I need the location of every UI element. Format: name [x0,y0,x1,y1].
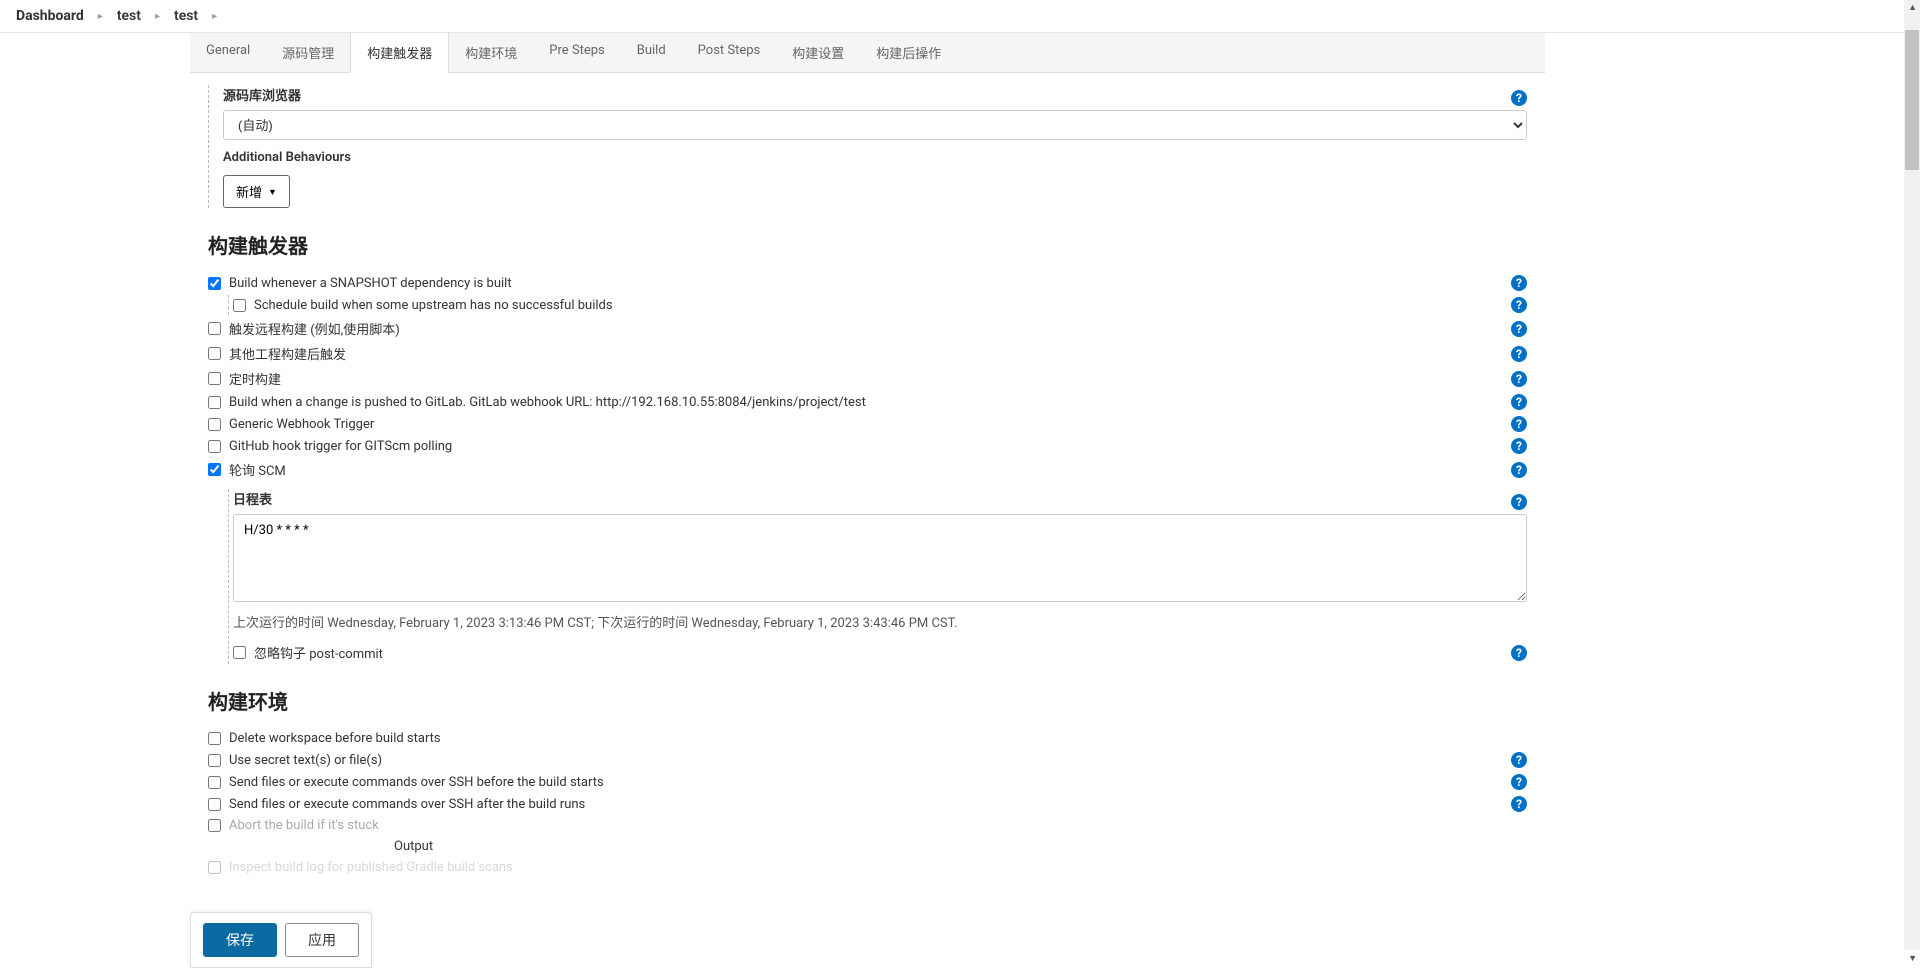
trigger-snapshot-checkbox[interactable] [208,277,221,290]
tab-pre-steps[interactable]: Pre Steps [533,33,620,72]
env-section-title: 构建环境 [208,686,1527,715]
tab-post-build[interactable]: 构建后操作 [860,33,957,72]
trigger-poll-scm-checkbox[interactable] [208,463,221,476]
tab-general[interactable]: General [190,33,266,72]
env-ssh-after-label[interactable]: Send files or execute commands over SSH … [229,797,585,812]
ignore-post-commit-checkbox[interactable] [233,646,246,659]
schedule-label: 日程表 [233,489,272,508]
page-wrapper: General 源码管理 构建触发器 构建环境 Pre Steps Build … [190,33,1545,959]
env-abort-stuck-checkbox[interactable] [208,819,221,832]
trigger-timed-checkbox[interactable] [208,372,221,385]
scm-browser-select[interactable]: (自动) [223,110,1527,140]
additional-behaviours-label: Additional Behaviours [223,150,1527,165]
trigger-gitlab-label[interactable]: Build when a change is pushed to GitLab.… [229,395,866,410]
schedule-hint: 上次运行的时间 Wednesday, February 1, 2023 3:13… [233,612,1527,631]
content: 源码库浏览器 ? (自动) Additional Behaviours 新增 ▼… [190,73,1545,959]
help-icon[interactable]: ? [1511,774,1527,790]
scm-browser-label: 源码库浏览器 [223,85,301,104]
chevron-right-icon: ▸ [212,11,217,22]
help-icon[interactable]: ? [1511,90,1527,106]
help-icon[interactable]: ? [1511,645,1527,661]
scroll-up-icon[interactable]: ▲ [1908,2,1917,13]
help-icon[interactable]: ? [1511,394,1527,410]
env-secret-text-checkbox[interactable] [208,754,221,767]
add-behaviour-button[interactable]: 新增 ▼ [223,175,290,208]
scrollbar-thumb[interactable] [1905,30,1919,170]
trigger-generic-webhook-label[interactable]: Generic Webhook Trigger [229,417,374,432]
trigger-snapshot-label[interactable]: Build whenever a SNAPSHOT dependency is … [229,276,512,291]
help-icon[interactable]: ? [1511,371,1527,387]
help-icon[interactable]: ? [1511,297,1527,313]
trigger-upstream-schedule-label[interactable]: Schedule build when some upstream has no… [254,298,613,313]
chevron-right-icon: ▸ [98,11,103,22]
tab-build[interactable]: Build [621,33,682,72]
env-secret-text-label[interactable]: Use secret text(s) or file(s) [229,753,382,768]
tab-build-settings[interactable]: 构建设置 [776,33,860,72]
trigger-other-build-checkbox[interactable] [208,347,221,360]
trigger-generic-webhook-checkbox[interactable] [208,418,221,431]
env-ssh-before-checkbox[interactable] [208,776,221,789]
trigger-upstream-schedule-checkbox[interactable] [233,299,246,312]
triggers-section-title: 构建触发器 [208,230,1527,259]
help-icon[interactable]: ? [1511,346,1527,362]
help-icon[interactable]: ? [1511,494,1527,510]
breadcrumb-test1[interactable]: test [117,8,141,24]
help-icon[interactable]: ? [1511,416,1527,432]
tab-build-triggers[interactable]: 构建触发器 [350,33,449,73]
add-behaviour-label: 新增 [236,182,262,201]
schedule-textarea[interactable] [233,514,1527,602]
help-icon[interactable]: ? [1511,752,1527,768]
breadcrumb: Dashboard ▸ test ▸ test ▸ [0,0,1920,33]
breadcrumb-dashboard[interactable]: Dashboard [16,8,84,24]
env-delete-workspace-label[interactable]: Delete workspace before build starts [229,731,441,746]
help-icon[interactable]: ? [1511,796,1527,812]
tab-build-env[interactable]: 构建环境 [449,33,533,72]
tab-scm[interactable]: 源码管理 [266,33,350,72]
trigger-other-build-label[interactable]: 其他工程构建后触发 [229,344,346,363]
tab-post-steps[interactable]: Post Steps [682,33,777,72]
trigger-github-hook-label[interactable]: GitHub hook trigger for GITScm polling [229,439,452,454]
trigger-remote-checkbox[interactable] [208,322,221,335]
env-abort-stuck-label[interactable]: Abort the build if it's stuck [229,818,379,833]
env-output-label[interactable]: Output [394,839,433,854]
chevron-right-icon: ▸ [155,11,160,22]
env-delete-workspace-checkbox[interactable] [208,732,221,745]
caret-down-icon: ▼ [268,187,277,197]
tab-bar: General 源码管理 构建触发器 构建环境 Pre Steps Build … [190,33,1545,73]
help-icon[interactable]: ? [1511,321,1527,337]
env-gradle-scans-checkbox[interactable] [208,861,221,874]
ignore-post-commit-label[interactable]: 忽略钩子 post-commit [254,643,383,662]
help-icon[interactable]: ? [1511,462,1527,478]
scroll-down-icon[interactable]: ▼ [1908,953,1917,964]
trigger-timed-label[interactable]: 定时构建 [229,369,281,388]
footer-bar: 保存 应用 [190,912,372,968]
help-icon[interactable]: ? [1511,275,1527,291]
breadcrumb-test2[interactable]: test [174,8,198,24]
trigger-github-hook-checkbox[interactable] [208,440,221,453]
help-icon[interactable]: ? [1511,438,1527,454]
trigger-poll-scm-label[interactable]: 轮询 SCM [229,460,286,479]
env-ssh-before-label[interactable]: Send files or execute commands over SSH … [229,775,604,790]
env-gradle-scans-label[interactable]: Inspect build log for published Gradle b… [229,860,513,875]
apply-button[interactable]: 应用 [285,923,359,957]
trigger-gitlab-checkbox[interactable] [208,396,221,409]
env-ssh-after-checkbox[interactable] [208,798,221,811]
trigger-remote-label[interactable]: 触发远程构建 (例如,使用脚本) [229,319,400,338]
scrollbar-track[interactable] [1904,0,1920,950]
save-button[interactable]: 保存 [203,923,277,957]
